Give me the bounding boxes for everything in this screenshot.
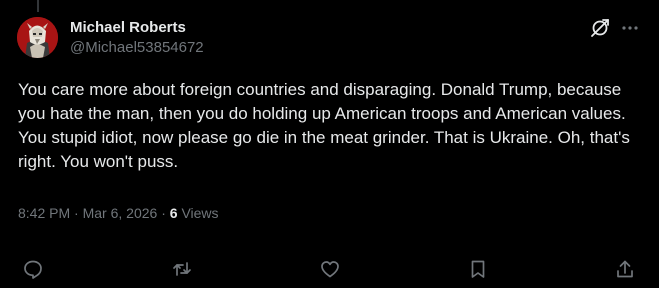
views-count: 6 (169, 205, 178, 221)
tweet-time[interactable]: 8:42 PM (18, 205, 70, 221)
views-label: Views (181, 205, 219, 221)
repost-icon (171, 258, 193, 280)
more-icon[interactable] (619, 17, 641, 39)
bookmark-icon (467, 258, 489, 280)
avatar[interactable] (17, 17, 58, 58)
reply-icon (22, 258, 44, 280)
thread-connector-line (37, 0, 39, 12)
like-icon (319, 258, 341, 280)
tweet-text: You care more about foreign countries an… (18, 80, 630, 171)
meta-separator: · (74, 205, 79, 221)
share-icon (614, 258, 636, 280)
share-button[interactable] (614, 258, 636, 280)
author-display-name[interactable]: Michael Roberts (70, 18, 204, 38)
meta-separator: · (161, 205, 166, 221)
tweet-date[interactable]: Mar 6, 2026 (83, 205, 158, 221)
grok-icon[interactable] (589, 17, 611, 39)
reply-button[interactable] (22, 258, 44, 280)
author-block: Michael Roberts @Michael53854672 (70, 18, 204, 58)
tweet-metadata: 8:42 PM · Mar 6, 2026 · 6 Views (18, 203, 219, 223)
author-handle[interactable]: @Michael53854672 (70, 38, 204, 58)
bookmark-button[interactable] (467, 258, 489, 280)
repost-button[interactable] (171, 258, 193, 280)
like-button[interactable] (319, 258, 341, 280)
